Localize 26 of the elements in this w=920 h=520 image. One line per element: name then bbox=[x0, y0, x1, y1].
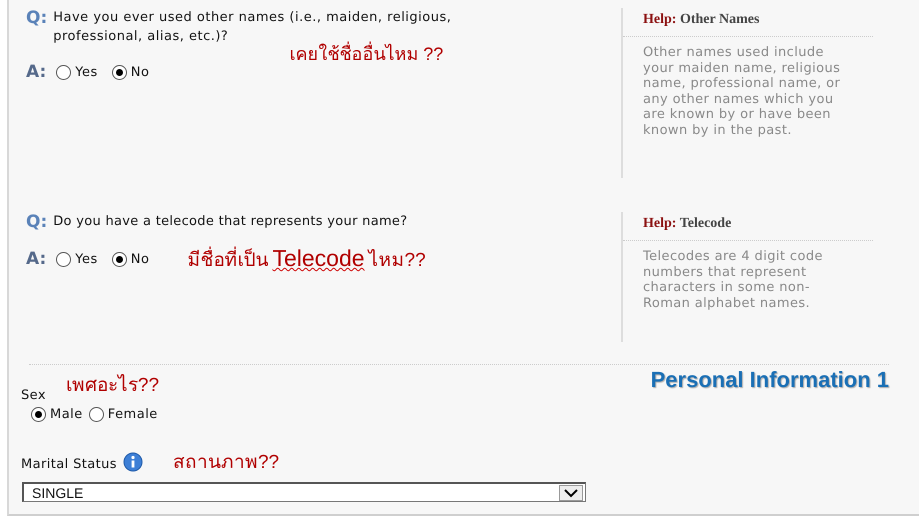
caret-icon bbox=[559, 484, 583, 500]
annotation-text: สถานภาพ?? bbox=[172, 451, 280, 475]
annotation-text: เคยใช้ชื่ออื่นไหม ?? bbox=[289, 44, 444, 64]
radio-option[interactable]: No bbox=[112, 64, 150, 80]
question-label: Q: bbox=[26, 212, 48, 232]
radio-option[interactable]: Yes bbox=[56, 64, 98, 80]
marital-status-dropdown[interactable]: SINGLE bbox=[22, 482, 586, 502]
radio-option[interactable]: Male bbox=[31, 407, 83, 422]
annotation-text: Telecode bbox=[272, 245, 365, 271]
annotation-text: ไหม?? bbox=[368, 250, 426, 271]
annotation-text: เพศอะไร?? bbox=[66, 373, 160, 398]
answer-label: A: bbox=[26, 249, 46, 269]
help-text: Other names used include your maiden name, religious name, professional name, or any other names which you are known by or have been known by in the past. bbox=[642, 44, 842, 138]
section-title: Personal Information 1 bbox=[650, 367, 889, 394]
help-text: Telecodes are 4 digit code numbers that represent characters in some non-Roman alphabet names. bbox=[642, 248, 824, 311]
question-label: Q: bbox=[26, 8, 48, 30]
help-title: Help: Telecode bbox=[623, 212, 873, 241]
radio-option[interactable]: Female bbox=[88, 407, 158, 422]
field-label: Sex bbox=[21, 388, 46, 403]
radio-option[interactable]: No bbox=[112, 252, 150, 266]
help-title: Help: Other Names bbox=[623, 8, 873, 37]
radio-option[interactable]: Yes bbox=[56, 252, 98, 266]
field-label: Marital Status bbox=[21, 456, 117, 472]
answer-label: A: bbox=[26, 62, 46, 82]
info-icon[interactable] bbox=[122, 452, 143, 472]
question-text: Do you have a telecode that represents your name? bbox=[53, 213, 408, 231]
